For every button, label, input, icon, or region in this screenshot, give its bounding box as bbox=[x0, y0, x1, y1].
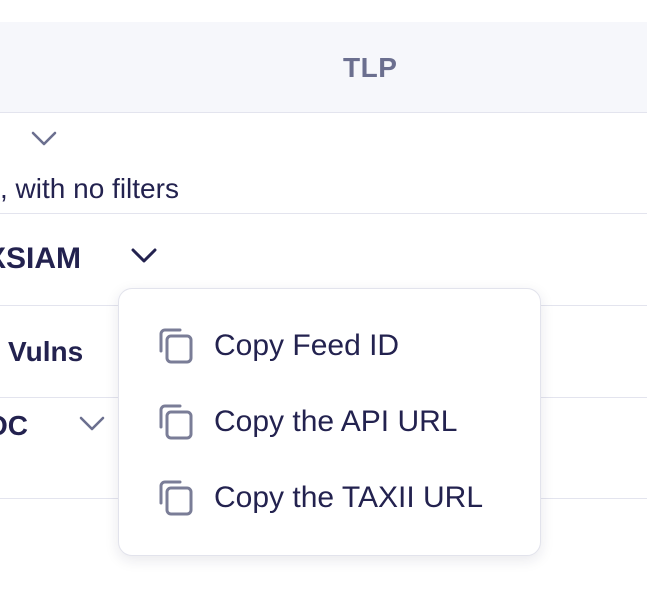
copy-icon bbox=[155, 325, 195, 370]
tlp-column-header[interactable]: TLP bbox=[343, 52, 397, 84]
menu-item-label: Copy the TAXII URL bbox=[214, 481, 484, 514]
copy-icon bbox=[155, 477, 195, 522]
feeds-table-viewport: TLP , with no filters XSIAM Vulns OC bbox=[0, 0, 647, 602]
copy-api-url-menu-item[interactable]: Copy the API URL bbox=[119, 387, 540, 457]
chevron-down-icon[interactable] bbox=[78, 415, 106, 433]
copy-feed-id-menu-item[interactable]: Copy Feed ID bbox=[119, 311, 540, 381]
chevron-down-icon[interactable] bbox=[30, 130, 58, 148]
feed-name: Vulns bbox=[8, 336, 84, 367]
table-header: TLP bbox=[0, 22, 647, 113]
feed-name: XSIAM bbox=[0, 242, 82, 275]
table-row: , with no filters bbox=[0, 113, 647, 214]
filter-description: , with no filters bbox=[0, 173, 179, 204]
feed-name: OC bbox=[0, 410, 28, 441]
chevron-down-icon[interactable] bbox=[130, 247, 158, 265]
menu-item-label: Copy the API URL bbox=[214, 405, 458, 438]
menu-item-label: Copy Feed ID bbox=[214, 329, 400, 362]
copy-context-menu: Copy Feed ID Copy the API URL Copy the T… bbox=[118, 288, 541, 556]
copy-taxii-url-menu-item[interactable]: Copy the TAXII URL bbox=[119, 463, 540, 533]
copy-icon bbox=[155, 401, 195, 446]
